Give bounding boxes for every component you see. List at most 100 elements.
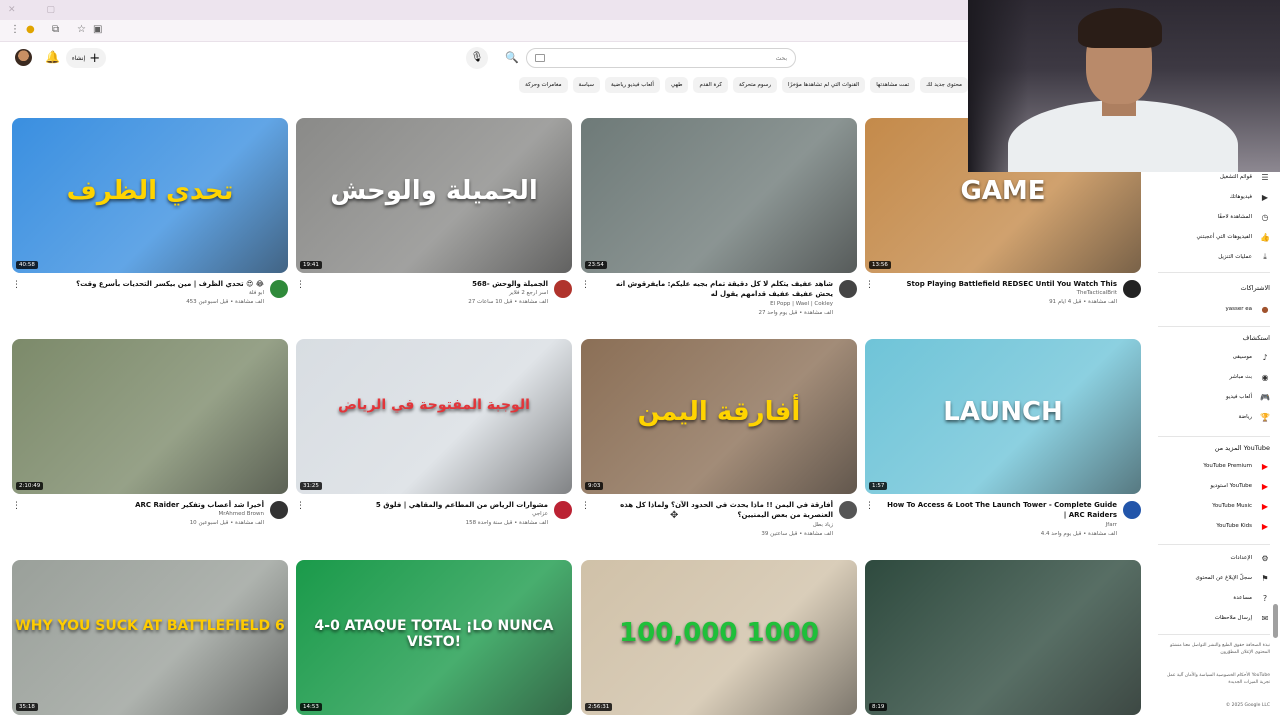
video-thumbnail[interactable]: الوجبة المفتوحة في الرياض 31:25	[296, 339, 572, 494]
video-thumbnail[interactable]: 2:10:49	[12, 339, 288, 494]
chip-4[interactable]: كرة القدم	[693, 77, 729, 93]
more-options-icon[interactable]: ⋮	[12, 281, 21, 290]
channel-name[interactable]: أسر ارجع 2 فلاير	[318, 290, 548, 296]
sidebar-item[interactable]: ✉ إرسال ملاحظات	[1160, 611, 1270, 625]
video-title[interactable]: 568- الجميلة والوحش	[318, 279, 548, 289]
search-button[interactable]: 🔍	[498, 48, 526, 68]
subscriptions-heading[interactable]: الاشتراكات	[1240, 284, 1270, 292]
channel-name[interactable]: TheTacticalBrit	[887, 290, 1117, 296]
copy-icon[interactable]: ⧉	[52, 24, 59, 35]
bell-icon[interactable]: 🔔	[45, 50, 60, 64]
extension-icon[interactable]: ●	[26, 24, 35, 35]
more-options-icon[interactable]: ⋮	[581, 502, 590, 511]
channel-name[interactable]: Jfarr	[887, 522, 1117, 528]
video-meta: ⋮ شاهد عفيف يتكلم لا كل دقيقة تمام بجيه ع…	[581, 279, 857, 327]
tab-icon[interactable]: ▣	[93, 24, 102, 35]
more-options-icon[interactable]: ⋮	[296, 502, 305, 511]
search-box[interactable]	[526, 48, 796, 68]
create-button[interactable]: إنشاء +	[66, 48, 106, 68]
sidebar-item[interactable]: 🏆 رياضة	[1160, 410, 1270, 424]
chip-1[interactable]: تمت مشاهدتها	[870, 77, 916, 93]
sidebar-item[interactable]: ◷ المشاهدة لاحقًا	[1160, 210, 1270, 224]
video-thumbnail[interactable]: WHY YOU SUCK AT BATTLEFIELD 6 35:18	[12, 560, 288, 715]
video-card[interactable]: 4-0 ATAQUE TOTAL ¡LO NUNCA VISTO! 14:53	[296, 560, 572, 715]
video-thumbnail[interactable]: الجميلة والوحش 19:41	[296, 118, 572, 273]
chip-7[interactable]: سياسة	[572, 77, 601, 93]
video-card[interactable]: تحدي الظرف 40:58 ⋮ تحدي الظرف | مين بيكسر ا…	[12, 118, 288, 327]
video-card[interactable]: الوجبة المفتوحة في الرياض 31:25 ⋮ مشوارات ا…	[296, 339, 572, 548]
sidebar-item[interactable]: 🎮 ألعاب فيديو	[1160, 390, 1270, 404]
video-thumbnail[interactable]: 8:19	[865, 560, 1141, 715]
channel-avatar[interactable]	[554, 280, 572, 298]
channel-avatar[interactable]	[839, 280, 857, 298]
star-icon[interactable]: ☆	[77, 24, 86, 35]
channel-avatar[interactable]	[554, 501, 572, 519]
more-options-icon[interactable]: ⋮	[296, 281, 305, 290]
channel-avatar[interactable]	[839, 501, 857, 519]
video-card[interactable]: أفارقة اليمن 9:03 ⋮ أفارقة في اليمن !! ماذا…	[581, 339, 857, 548]
video-title[interactable]: ARC Raider أخيرا شد أعصاب وتفكير	[34, 500, 264, 510]
video-title[interactable]: How To Access & Loot The Launch Tower - …	[887, 500, 1117, 520]
channel-avatar[interactable]	[1123, 280, 1141, 298]
sidebar-item[interactable]: ▶ YouTube Kids	[1160, 519, 1270, 533]
chip-0[interactable]: محتوى جديد لك	[920, 77, 968, 93]
more-options-icon[interactable]: ⋮	[581, 281, 590, 290]
sidebar-item[interactable]: ▶ YouTube Music	[1160, 499, 1270, 513]
channel-name[interactable]: عزاجي	[318, 511, 548, 517]
video-card[interactable]: 100,000 1000 2:56:31	[581, 560, 857, 715]
chip-2[interactable]: القنوات التي لم تشاهدها مؤخرًا	[782, 77, 866, 93]
scrollbar[interactable]	[1273, 604, 1278, 638]
channel-name[interactable]: ابو فلة	[34, 290, 264, 296]
more-options-icon[interactable]: ⋮	[865, 281, 874, 290]
voice-search-button[interactable]: 🎙	[466, 47, 488, 69]
channel-name[interactable]: El Popp | Wael | Cokley	[603, 301, 833, 307]
more-options-icon[interactable]: ⋮	[865, 502, 874, 511]
chip-3[interactable]: رسوم متحركة	[733, 77, 778, 93]
more-options-icon[interactable]: ⋮	[12, 502, 21, 511]
video-thumbnail[interactable]: LAUNCH 1:57	[865, 339, 1141, 494]
footer-links[interactable]: الأحكام الخصوصية السياسة والأمان آلية عم…	[1160, 672, 1270, 686]
video-title[interactable]: تحدي الظرف | مين بيكسر التحديات بأسرع وق…	[34, 279, 264, 289]
window-controls[interactable]: ✕ ▢	[8, 5, 69, 15]
channel-avatar[interactable]	[1123, 501, 1141, 519]
video-thumbnail[interactable]: 100,000 1000 2:56:31	[581, 560, 857, 715]
video-card[interactable]: LAUNCH 1:57 ⋮ How To Access & Loot The Laun…	[865, 339, 1141, 548]
channel-name[interactable]: MrAhmed Brown	[34, 511, 265, 517]
sidebar-item[interactable]: ⚑ سجلّ الإبلاغ عن المحتوى	[1160, 571, 1270, 585]
keyboard-icon[interactable]	[535, 54, 545, 62]
avatar[interactable]	[15, 49, 32, 66]
sidebar-item[interactable]: 👍 الفيديوهات التي أعجبتني	[1160, 230, 1270, 244]
sidebar-item[interactable]: ♪ موسيقى	[1160, 350, 1270, 364]
chip-8[interactable]: مغامرات وحركة	[519, 77, 568, 93]
sidebar-item[interactable]: ▶ فيديوهاتك	[1160, 190, 1270, 204]
sidebar-item[interactable]: ▶ YouTube Premium	[1160, 459, 1270, 473]
video-thumbnail[interactable]: 23:54	[581, 118, 857, 273]
sidebar-item[interactable]: ◉ بث مباشر	[1160, 370, 1270, 384]
video-thumbnail[interactable]: أفارقة اليمن 9:03	[581, 339, 857, 494]
sidebar-item[interactable]: ▶ استوديو YouTube	[1160, 479, 1270, 493]
video-thumbnail[interactable]: تحدي الظرف 40:58	[12, 118, 288, 273]
search-input[interactable]	[557, 51, 787, 65]
video-card[interactable]: الجميلة والوحش 19:41 ⋮ 568- الجميلة والوحش أ…	[296, 118, 572, 327]
video-card[interactable]: 2:10:49 ⋮ ARC Raider أخيرا شد أعصاب وتفكير…	[12, 339, 288, 548]
video-title[interactable]: مشوارات الرياض من المطاعم والمقاهي | فلو…	[318, 500, 548, 510]
video-title[interactable]: شاهد عفيف يتكلم لا كل دقيقة تمام بجيه عل…	[603, 279, 833, 299]
sidebar-item-subscription[interactable]: ● yasser ea	[1160, 302, 1270, 316]
footer-links[interactable]: نبذة الصحافة حقوق الطبع والنشر التواصل م…	[1160, 642, 1270, 656]
sidebar-item[interactable]: ⚙ الإعدادات	[1160, 551, 1270, 565]
video-card[interactable]: 8:19	[865, 560, 1141, 715]
video-card[interactable]: 23:54 ⋮ شاهد عفيف يتكلم لا كل دقيقة تمام ب…	[581, 118, 857, 327]
chip-6[interactable]: ألعاب فيديو رياضية	[605, 77, 660, 93]
video-title[interactable]: Stop Playing Battlefield REDSEC Until Yo…	[887, 279, 1117, 289]
video-card[interactable]: WHY YOU SUCK AT BATTLEFIELD 6 35:18	[12, 560, 288, 715]
sidebar-item[interactable]: ⤓ عمليات التنزيل	[1160, 250, 1270, 264]
video-title[interactable]: أفارقة في اليمن !! ماذا يحدث في الحدود ا…	[603, 500, 833, 520]
chip-5[interactable]: طهي	[664, 77, 689, 93]
sidebar-item[interactable]: ? مساعدة	[1160, 591, 1270, 605]
channel-avatar[interactable]	[270, 280, 288, 298]
channel-name[interactable]: زياد بطل	[603, 522, 833, 528]
more-icon[interactable]: ⋮	[10, 24, 20, 35]
channel-avatar[interactable]	[270, 501, 288, 519]
sidebar-item[interactable]: ☰ قوائم التشغيل	[1160, 170, 1270, 184]
video-thumbnail[interactable]: 4-0 ATAQUE TOTAL ¡LO NUNCA VISTO! 14:53	[296, 560, 572, 715]
